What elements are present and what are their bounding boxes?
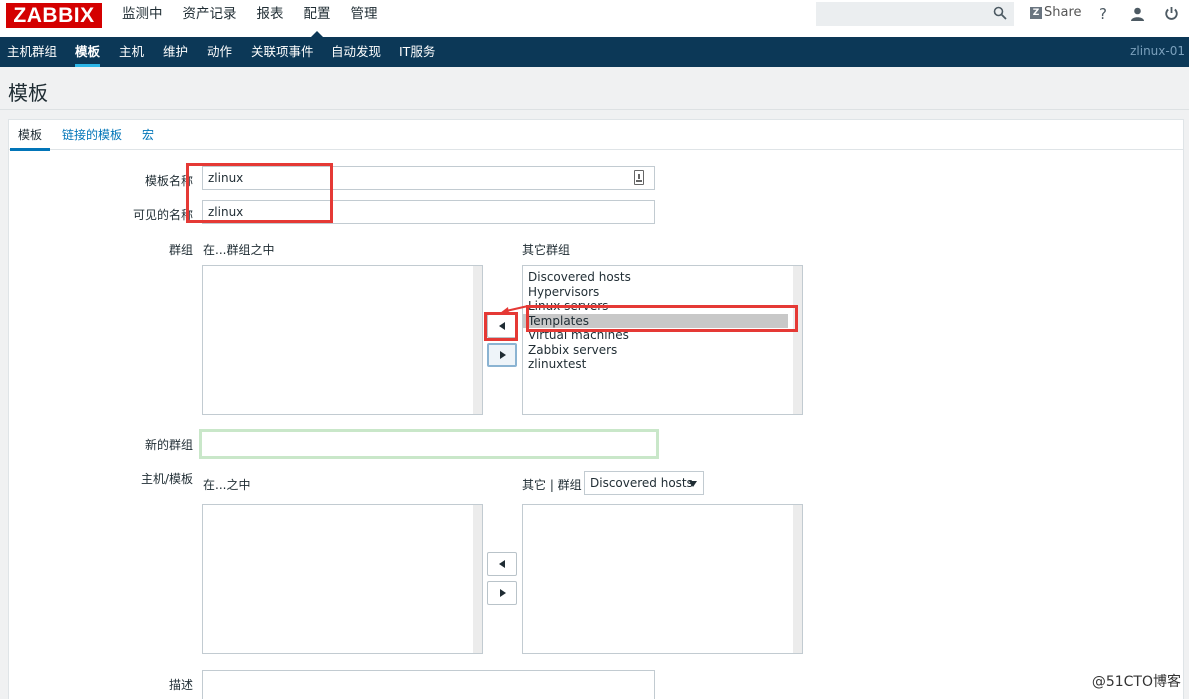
search-input[interactable] bbox=[816, 2, 1014, 26]
other-groups-label: 其它群组 bbox=[522, 243, 571, 257]
top-menu-administration[interactable]: 管理 bbox=[341, 0, 388, 37]
nav-discovery[interactable]: 自动发现 bbox=[331, 37, 381, 67]
description-label: 描述 bbox=[168, 678, 193, 692]
visible-name-value: zlinux bbox=[208, 205, 244, 219]
in-groups-label: 在...群组之中 bbox=[203, 243, 275, 257]
group-select[interactable]: Discovered hosts bbox=[584, 471, 704, 495]
group-option[interactable]: Hypervisors bbox=[523, 285, 802, 300]
server-name: zlinux-01 bbox=[1130, 44, 1185, 58]
tab-template[interactable]: 模板 bbox=[9, 120, 51, 151]
in-hosts-list[interactable] bbox=[202, 504, 483, 654]
scrollbar[interactable] bbox=[473, 266, 482, 414]
group-option-selected[interactable]: Templates bbox=[523, 313, 788, 328]
zabbix-logo[interactable]: ZABBIX bbox=[6, 3, 102, 28]
other-groups-list[interactable]: Discovered hosts Hypervisors Linux serve… bbox=[522, 265, 803, 415]
move-right-button-2[interactable] bbox=[487, 581, 517, 605]
top-bar: ZABBIX 监测中 资产记录 报表 配置 管理 Z Share ? bbox=[0, 0, 1189, 37]
tab-bar: 模板 链接的模板 宏 bbox=[9, 120, 1183, 151]
visible-name-label: 可见的名称 bbox=[132, 208, 193, 222]
template-name-input[interactable]: zlinux bbox=[202, 166, 655, 190]
search-icon[interactable] bbox=[993, 6, 1007, 20]
arrow-right-icon bbox=[500, 589, 506, 597]
content-area: 模板 链接的模板 宏 模板名称 zlinux 可见的名称 zlinux 群组 在… bbox=[0, 110, 1189, 699]
nav-it-services[interactable]: IT服务 bbox=[399, 37, 435, 67]
other-hosts-list[interactable] bbox=[522, 504, 803, 654]
form-panel: 模板 链接的模板 宏 模板名称 zlinux 可见的名称 zlinux 群组 在… bbox=[8, 119, 1184, 699]
arrow-right-icon bbox=[500, 351, 506, 359]
power-icon[interactable] bbox=[1164, 6, 1179, 21]
share-label: Share bbox=[1044, 5, 1082, 20]
nav-templates[interactable]: 模板 bbox=[75, 37, 101, 67]
user-icon[interactable] bbox=[1130, 7, 1145, 21]
group-option[interactable]: Linux servers bbox=[523, 299, 802, 314]
in-groups-list[interactable] bbox=[202, 265, 483, 415]
visible-name-input[interactable]: zlinux bbox=[202, 200, 655, 224]
hosts-templates-label: 主机/模板 bbox=[140, 472, 193, 486]
page-title: 模板 bbox=[8, 81, 48, 105]
keyboard-icon[interactable] bbox=[634, 170, 644, 185]
nav-actions[interactable]: 动作 bbox=[207, 37, 232, 67]
template-name-value: zlinux bbox=[208, 171, 244, 185]
help-icon[interactable]: ? bbox=[1099, 5, 1107, 23]
top-menu-configuration[interactable]: 配置 bbox=[294, 0, 341, 37]
top-menu-reports[interactable]: 报表 bbox=[247, 0, 294, 37]
in-label: 在...之中 bbox=[203, 478, 251, 492]
zabbix-share-icon: Z bbox=[1030, 6, 1042, 19]
template-name-label: 模板名称 bbox=[144, 174, 193, 188]
top-menu-monitoring[interactable]: 监测中 bbox=[112, 0, 173, 37]
watermark: @51CTO博客 bbox=[1091, 674, 1181, 690]
move-left-button[interactable] bbox=[487, 314, 517, 338]
group-option[interactable]: zlinuxtest bbox=[523, 357, 802, 372]
nav-hosts[interactable]: 主机 bbox=[119, 37, 144, 67]
move-right-button[interactable] bbox=[487, 343, 517, 367]
chevron-down-icon bbox=[689, 481, 697, 487]
new-group-label: 新的群组 bbox=[144, 438, 193, 452]
page-header: 模板 bbox=[0, 67, 1189, 110]
group-option[interactable]: Zabbix servers bbox=[523, 343, 802, 358]
scrollbar[interactable] bbox=[793, 505, 802, 653]
arrow-left-icon bbox=[499, 322, 505, 330]
group-select-value: Discovered hosts bbox=[590, 476, 693, 490]
new-group-input[interactable] bbox=[199, 429, 659, 459]
annotation-arrow-icon bbox=[500, 305, 529, 314]
move-left-button-2[interactable] bbox=[487, 552, 517, 576]
arrow-left-icon bbox=[499, 560, 505, 568]
group-option[interactable]: Discovered hosts bbox=[523, 270, 802, 285]
group-option[interactable]: Virtual machines bbox=[523, 328, 802, 343]
description-textarea[interactable] bbox=[202, 670, 655, 699]
top-menu-inventory[interactable]: 资产记录 bbox=[173, 0, 247, 37]
nav-maintenance[interactable]: 维护 bbox=[163, 37, 188, 67]
scrollbar[interactable] bbox=[473, 505, 482, 653]
tab-macros[interactable]: 宏 bbox=[142, 120, 154, 150]
nav-host-groups[interactable]: 主机群组 bbox=[7, 37, 57, 67]
nav-event-correlation[interactable]: 关联项事件 bbox=[251, 37, 314, 67]
other-group-label: 其它 | 群组 bbox=[522, 478, 582, 492]
top-menu: 监测中 资产记录 报表 配置 管理 bbox=[112, 0, 388, 37]
share-button[interactable]: Z Share bbox=[1030, 5, 1082, 20]
groups-label: 群组 bbox=[168, 243, 193, 257]
sub-navigation: 主机群组 模板 主机 维护 动作 关联项事件 自动发现 IT服务 zlinux-… bbox=[0, 37, 1189, 67]
tab-linked-templates[interactable]: 链接的模板 bbox=[62, 120, 122, 150]
